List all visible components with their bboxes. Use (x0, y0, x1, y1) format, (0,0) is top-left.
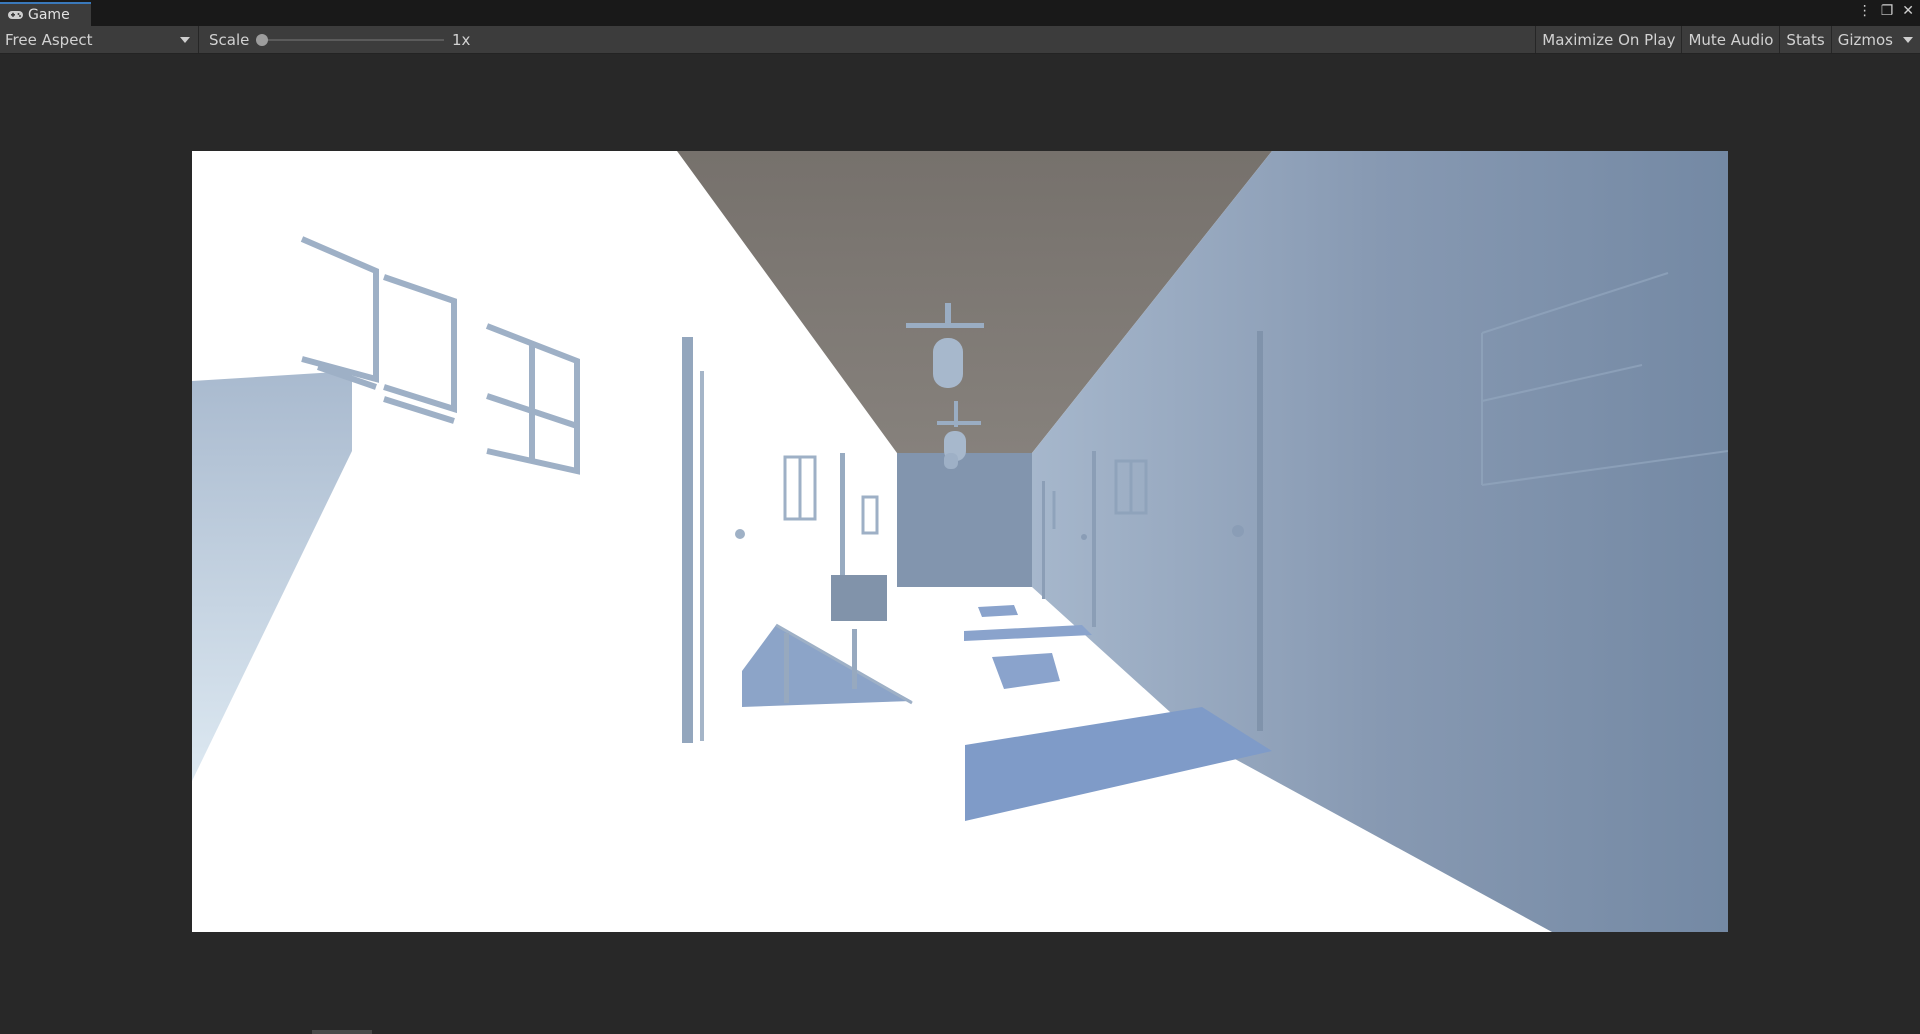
mute-audio-button[interactable]: Mute Audio (1681, 26, 1779, 53)
window-controls: ⋮ ❐ ✕ (1858, 3, 1914, 19)
door-frame-right (1042, 481, 1045, 599)
door-frame-left (700, 371, 704, 741)
tab-bar: Game ⋮ ❐ ✕ (0, 0, 1920, 26)
game-view[interactable] (192, 151, 1728, 932)
floor-shadow (978, 605, 1018, 617)
chevron-down-icon (1903, 36, 1913, 43)
aspect-dropdown[interactable]: Free Aspect (0, 26, 199, 53)
toolbar-right: Maximize On Play Mute Audio Stats Gizmos (1535, 26, 1920, 53)
tab-title: Game (28, 7, 70, 23)
gizmos-dropdown-arrow[interactable] (1899, 26, 1920, 53)
chevron-down-icon (180, 37, 190, 43)
scale-label: Scale (209, 31, 250, 49)
end-wall (897, 453, 1032, 587)
close-icon[interactable]: ✕ (1902, 3, 1914, 19)
tab-game[interactable]: Game (0, 2, 91, 26)
door-frame-right (1257, 331, 1263, 731)
gizmos-button[interactable]: Gizmos (1830, 26, 1899, 53)
scale-slider-thumb[interactable] (256, 34, 268, 46)
door-frame-left (682, 337, 693, 743)
door-frame-right (1092, 451, 1096, 627)
game-toolbar: Free Aspect Scale 1x Maximize On Play Mu… (0, 26, 1920, 54)
gamepad-icon (8, 11, 23, 19)
more-menu-icon[interactable]: ⋮ (1858, 3, 1872, 19)
horizontal-scrollbar[interactable] (312, 1030, 372, 1034)
aspect-label: Free Aspect (5, 30, 93, 49)
maximize-icon[interactable]: ❐ (1881, 3, 1894, 19)
stats-button[interactable]: Stats (1779, 26, 1830, 53)
door-knob (1232, 525, 1244, 537)
scale-value: 1x (452, 31, 471, 49)
door-knob (735, 529, 745, 539)
game-render (192, 151, 1728, 932)
door-frame-left (840, 453, 845, 583)
maximize-on-play-button[interactable]: Maximize On Play (1535, 26, 1681, 53)
scale-slider[interactable] (256, 34, 444, 46)
door-knob (1081, 534, 1087, 540)
